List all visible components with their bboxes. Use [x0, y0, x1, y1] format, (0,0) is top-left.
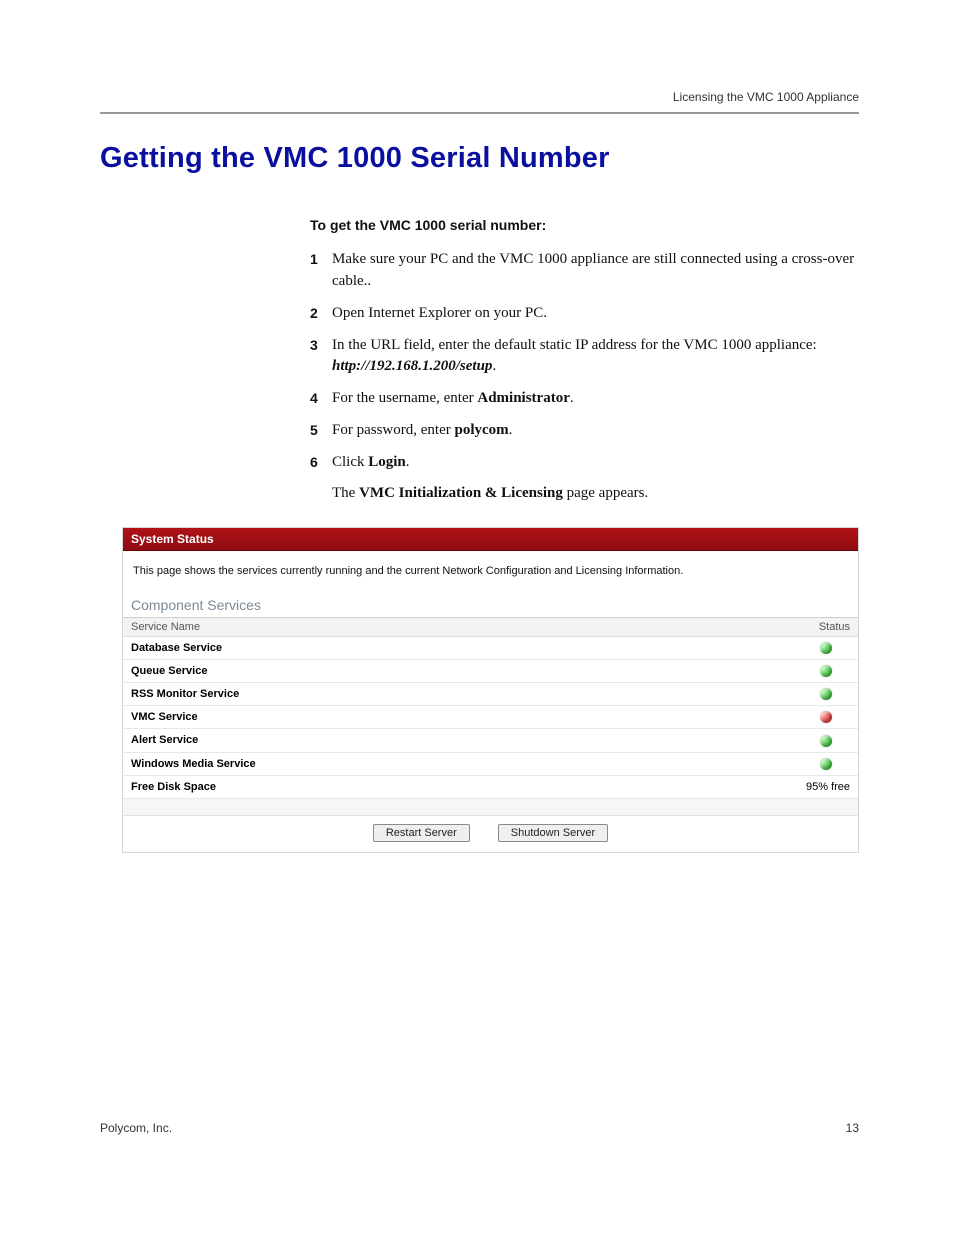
service-name: Windows Media Service	[131, 758, 780, 770]
table-row: RSS Monitor Service	[123, 683, 858, 706]
step-text: For the username, enter Administrator.	[332, 388, 859, 410]
step-2: 2 Open Internet Explorer on your PC.	[310, 303, 859, 325]
procedure-heading: To get the VMC 1000 serial number:	[310, 215, 859, 235]
step-number: 3	[310, 335, 332, 379]
panel-description: This page shows the services currently r…	[123, 551, 858, 595]
status-indicator-icon	[820, 665, 832, 677]
step-text: Click Login. The VMC Initialization & Li…	[332, 452, 859, 506]
service-name: RSS Monitor Service	[131, 688, 780, 700]
step-4: 4 For the username, enter Administrator.	[310, 388, 859, 410]
panel-title-bar: System Status	[123, 528, 858, 551]
status-indicator-icon	[820, 758, 832, 770]
step-1: 1 Make sure your PC and the VMC 1000 app…	[310, 249, 859, 293]
step-number: 6	[310, 452, 332, 506]
table-row: Queue Service	[123, 660, 858, 683]
step-number: 5	[310, 420, 332, 442]
section-heading: Component Services	[123, 595, 858, 618]
step-list: 1 Make sure your PC and the VMC 1000 app…	[310, 249, 859, 505]
free-disk-value: 95% free	[780, 781, 850, 793]
step-text: For password, enter polycom.	[332, 420, 859, 442]
table-header: Service Name Status	[123, 618, 858, 637]
table-row: Windows Media Service	[123, 753, 858, 776]
service-name: Queue Service	[131, 665, 780, 677]
page-title: Getting the VMC 1000 Serial Number	[100, 142, 859, 175]
col-status: Status	[780, 621, 850, 633]
step-text: Make sure your PC and the VMC 1000 appli…	[332, 249, 859, 293]
service-name: VMC Service	[131, 711, 780, 723]
col-service-name: Service Name	[131, 621, 780, 633]
footer-page-number: 13	[846, 1121, 859, 1135]
step-number: 4	[310, 388, 332, 410]
status-indicator-icon	[820, 711, 832, 723]
service-name: Free Disk Space	[131, 781, 780, 793]
table-row: Database Service	[123, 637, 858, 660]
step-number: 1	[310, 249, 332, 293]
footer-company: Polycom, Inc.	[100, 1121, 172, 1135]
table-row: Alert Service	[123, 729, 858, 752]
status-indicator-icon	[820, 688, 832, 700]
step-6: 6 Click Login. The VMC Initialization & …	[310, 452, 859, 506]
service-name: Alert Service	[131, 734, 780, 746]
status-indicator-icon	[820, 642, 832, 654]
step-5: 5 For password, enter polycom.	[310, 420, 859, 442]
step-text: In the URL field, enter the default stat…	[332, 335, 859, 379]
step-text: Open Internet Explorer on your PC.	[332, 303, 859, 325]
panel-gap	[123, 799, 858, 816]
system-status-panel: System Status This page shows the servic…	[122, 527, 859, 853]
restart-server-button[interactable]: Restart Server	[373, 824, 470, 842]
table-row: Free Disk Space 95% free	[123, 776, 858, 799]
page-footer: Polycom, Inc. 13	[100, 1121, 859, 1135]
service-name: Database Service	[131, 642, 780, 654]
shutdown-server-button[interactable]: Shutdown Server	[498, 824, 608, 842]
status-indicator-icon	[820, 735, 832, 747]
running-head: Licensing the VMC 1000 Appliance	[100, 90, 859, 114]
panel-button-row: Restart Server Shutdown Server	[123, 816, 858, 852]
table-row: VMC Service	[123, 706, 858, 729]
step-3: 3 In the URL field, enter the default st…	[310, 335, 859, 379]
body-content: To get the VMC 1000 serial number: 1 Mak…	[310, 215, 859, 505]
step-number: 2	[310, 303, 332, 325]
